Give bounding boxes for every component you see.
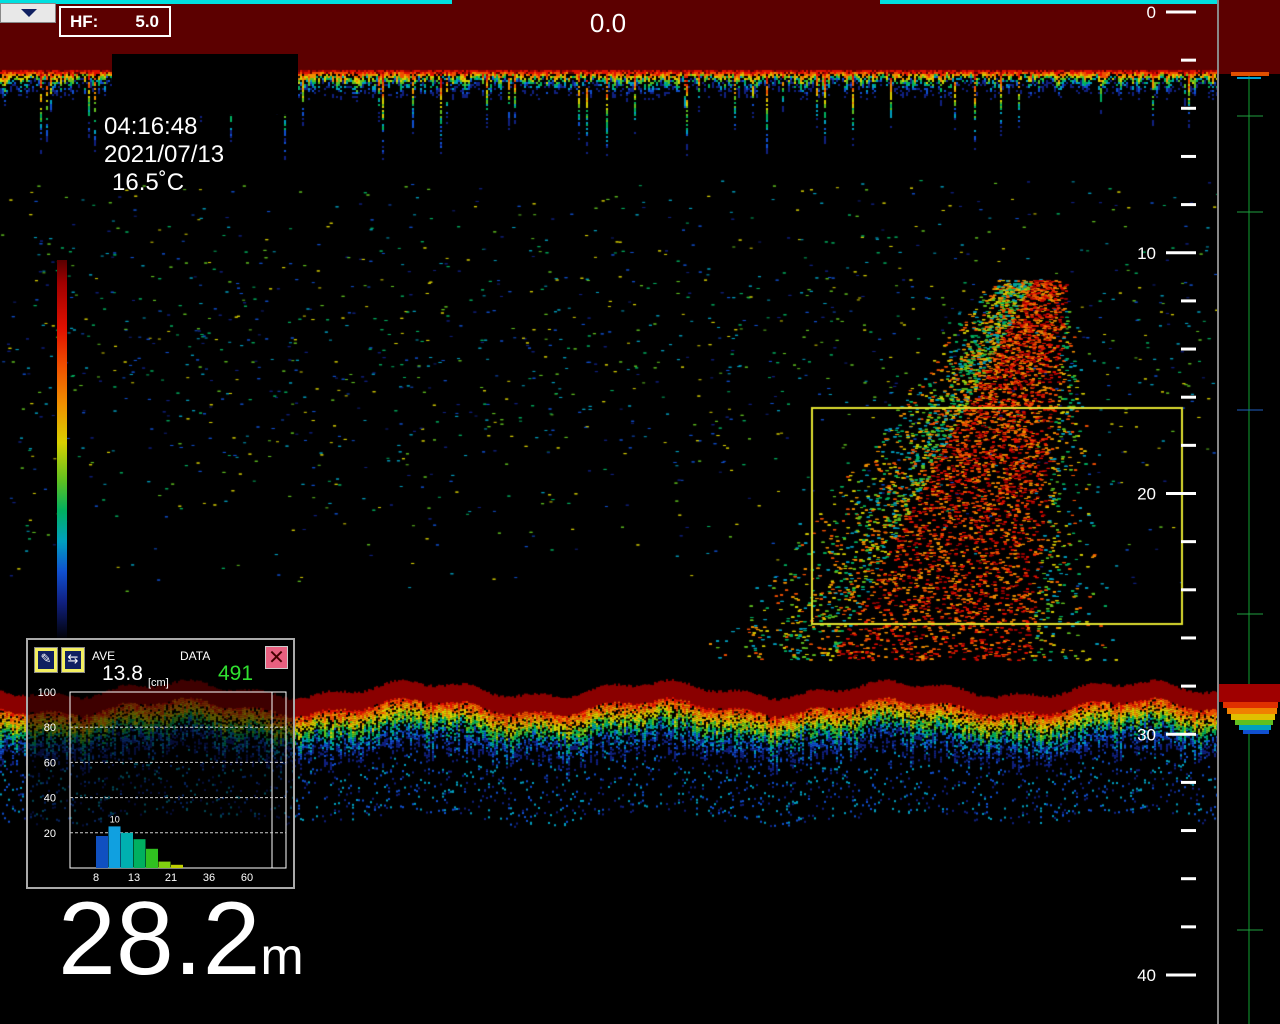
depth-label: 30 — [1137, 725, 1156, 744]
depth-unit: m — [260, 928, 304, 986]
depth-readout: 28.2m — [58, 883, 304, 1013]
side-a-scope-panel — [1217, 0, 1280, 1024]
depth-value: 28.2 — [58, 881, 261, 997]
hist-y-tick: 100 — [38, 687, 56, 699]
depth-label: 10 — [1137, 244, 1156, 263]
depth-label: 0 — [1147, 3, 1156, 22]
hist-bar — [133, 839, 146, 868]
hist-y-tick: 40 — [44, 793, 56, 805]
hist-bar — [158, 861, 171, 868]
hist-bar — [108, 826, 121, 868]
length-histogram-chart: 100806040208 13 21 36 6010 — [38, 687, 287, 884]
hist-bar — [121, 832, 133, 868]
echosounder-screen: HF: 5.0 0.0 04:16:48 2021/07/13 16.5˚C 0… — [0, 0, 1280, 1024]
hist-bar — [146, 848, 158, 868]
hist-y-tick: 20 — [44, 828, 56, 840]
depth-label: 20 — [1137, 485, 1156, 504]
depth-label: 40 — [1137, 966, 1156, 985]
hist-bar — [171, 864, 183, 868]
hist-peak-label: 10 — [110, 814, 120, 824]
fish-length-histogram-panel[interactable]: ✎ ⇆ AVE DATA ✕ 13.8 [cm] 491 100 80 60 40 20… — [26, 638, 295, 889]
hist-y-tick: 60 — [44, 757, 56, 769]
hist-y-tick: 80 — [44, 722, 56, 734]
hist-bar — [96, 836, 108, 868]
